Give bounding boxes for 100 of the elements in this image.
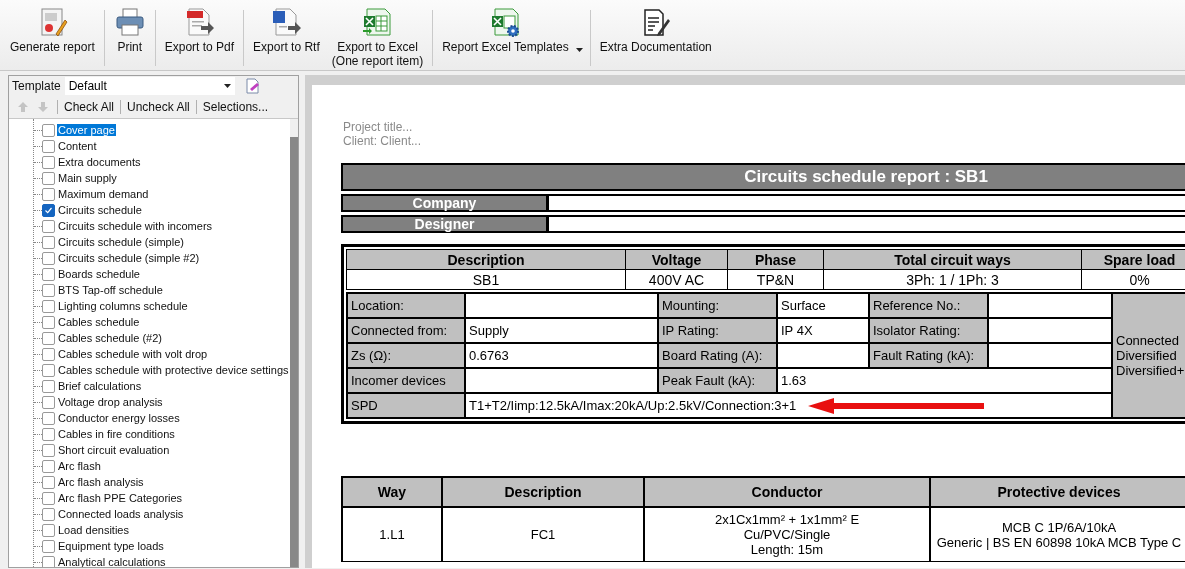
table-cell: TP&N [727, 269, 824, 290]
field-label: Zs (Ω): [347, 343, 465, 368]
list-action-button[interactable]: Selections... [200, 100, 271, 114]
toolbar-button[interactable]: Export to Excel (One report item) [325, 4, 430, 70]
tree-item[interactable]: Cover page [57, 124, 116, 136]
scrollbar[interactable] [289, 119, 298, 567]
checkbox[interactable] [42, 123, 55, 137]
toolbar-button[interactable]: Print [107, 4, 152, 70]
column-header: Way [342, 477, 442, 507]
tree-item[interactable]: Equipment type loads [57, 540, 165, 552]
template-label: Template [12, 79, 61, 93]
tree-item[interactable]: Circuits schedule (simple) [57, 236, 185, 248]
table-cell: 3Ph: 1 / 1Ph: 3 [823, 269, 1082, 290]
tree-item[interactable]: Brief calculations [57, 380, 143, 392]
checkbox[interactable] [42, 555, 55, 567]
checkbox[interactable] [42, 427, 55, 441]
spreadsheet-icon [361, 6, 394, 38]
tree-item[interactable]: Connected loads analysis [57, 508, 185, 520]
tree-item[interactable]: Circuits schedule (simple #2) [57, 252, 201, 264]
table-cell: 1.L1 [342, 507, 442, 562]
checkbox[interactable] [42, 539, 55, 553]
tree-item[interactable]: Arc flash PPE Categories [57, 492, 184, 504]
report-header-text: Project title... [343, 120, 414, 134]
column-header: Phase [727, 249, 824, 270]
checkbox[interactable] [42, 507, 55, 521]
checkbox[interactable] [42, 331, 55, 345]
field-label: Company [341, 194, 549, 212]
report-title: Circuits schedule report : SB1 [341, 163, 1185, 191]
table-cell: SB1 [346, 269, 626, 290]
word-export-icon [270, 6, 303, 38]
checkbox[interactable] [42, 139, 55, 153]
checkbox[interactable] [42, 251, 55, 265]
checkbox[interactable] [42, 171, 55, 185]
tree-item[interactable]: Maximum demand [57, 188, 150, 200]
checkbox[interactable] [42, 283, 55, 297]
checkbox[interactable] [42, 267, 55, 281]
column-header: Spare load [1081, 249, 1185, 270]
column-header: Total circuit ways [823, 249, 1082, 270]
toolbar-button[interactable]: Extra Documentation [593, 4, 718, 70]
tree-item[interactable]: Cables schedule with protective device settings [57, 364, 290, 376]
checkbox[interactable] [42, 363, 55, 377]
checkbox[interactable] [42, 523, 55, 537]
column-header: Description [346, 249, 626, 270]
column-header: Protective devices [930, 477, 1185, 507]
tree-item[interactable]: Cables in fire conditions [57, 428, 176, 440]
checkbox[interactable] [42, 315, 55, 329]
column-header: Description [442, 477, 644, 507]
edit-template-icon[interactable] [244, 78, 261, 94]
toolbar-button[interactable]: Report Excel Templates [436, 4, 587, 70]
table-cell: 2x1Cx1mm² + 1x1mm² E Cu/PVC/Single Length: 15m [644, 507, 930, 562]
field-label: Mounting: [658, 293, 777, 318]
tree-item[interactable]: BTS Tap-off schedule [57, 284, 164, 296]
checkbox[interactable] [42, 475, 55, 489]
tree-item[interactable]: Arc flash analysis [57, 476, 145, 488]
tree-item[interactable]: Lighting columns schedule [57, 300, 189, 312]
checkbox[interactable] [42, 395, 55, 409]
checkbox[interactable] [42, 187, 55, 201]
field-label: Connected from: [347, 318, 465, 343]
tree-item[interactable]: Cables schedule [57, 316, 141, 328]
tree-item[interactable]: Circuits schedule with incomers [57, 220, 214, 232]
caret-icon[interactable] [575, 48, 583, 52]
tree-item[interactable]: Voltage drop analysis [57, 396, 164, 408]
checkbox[interactable] [42, 379, 55, 393]
tree-item[interactable]: Conductor energy losses [57, 412, 181, 424]
side-summary-cell: Connected Diversified Diversified+ [1112, 293, 1185, 418]
spreadsheet-gear-icon [489, 6, 522, 38]
tree-item[interactable]: Main supply [57, 172, 118, 184]
tree-item[interactable]: Short circuit evaluation [57, 444, 171, 456]
tree-item[interactable]: Boards schedule [57, 268, 141, 280]
tree-item[interactable]: Load densities [57, 524, 130, 536]
checkbox[interactable] [42, 443, 55, 457]
field-label: IP Rating: [658, 318, 777, 343]
checkbox[interactable] [42, 235, 55, 249]
checkbox[interactable] [42, 347, 55, 361]
tree-item[interactable]: Cables schedule (#2) [57, 332, 163, 344]
checkbox[interactable] [42, 491, 55, 505]
template-dropdown[interactable]: Default [64, 77, 235, 95]
tree-item[interactable]: Extra documents [57, 156, 142, 168]
tree-item[interactable]: Arc flash [57, 460, 102, 472]
list-action-button[interactable]: Check All [62, 100, 117, 114]
toolbar-button[interactable]: Export to Pdf [158, 4, 241, 70]
field-label: Incomer devices [347, 368, 465, 393]
toolbar-button[interactable]: Export to Rtf [247, 4, 326, 70]
list-action-button[interactable]: Uncheck All [125, 100, 192, 114]
toolbar-button[interactable]: Generate report [4, 4, 101, 70]
field-value: 0.6763 [465, 343, 658, 368]
table-cell: FC1 [442, 507, 644, 562]
checkbox[interactable] [42, 459, 55, 473]
field-label: Reference No.: [869, 293, 988, 318]
tree-item[interactable]: Cables schedule with volt drop [57, 348, 209, 360]
tree-item[interactable]: Circuits schedule [57, 204, 143, 216]
field-label: Fault Rating (kA): [869, 343, 988, 368]
field-value: Surface [777, 293, 869, 318]
field-label: SPD [347, 393, 465, 418]
caret-icon[interactable] [223, 84, 231, 88]
checkbox[interactable] [42, 155, 55, 169]
checkbox[interactable] [42, 411, 55, 425]
checkbox[interactable] [42, 219, 55, 233]
tree-item[interactable]: Content [57, 140, 98, 152]
checkbox[interactable] [42, 299, 55, 313]
